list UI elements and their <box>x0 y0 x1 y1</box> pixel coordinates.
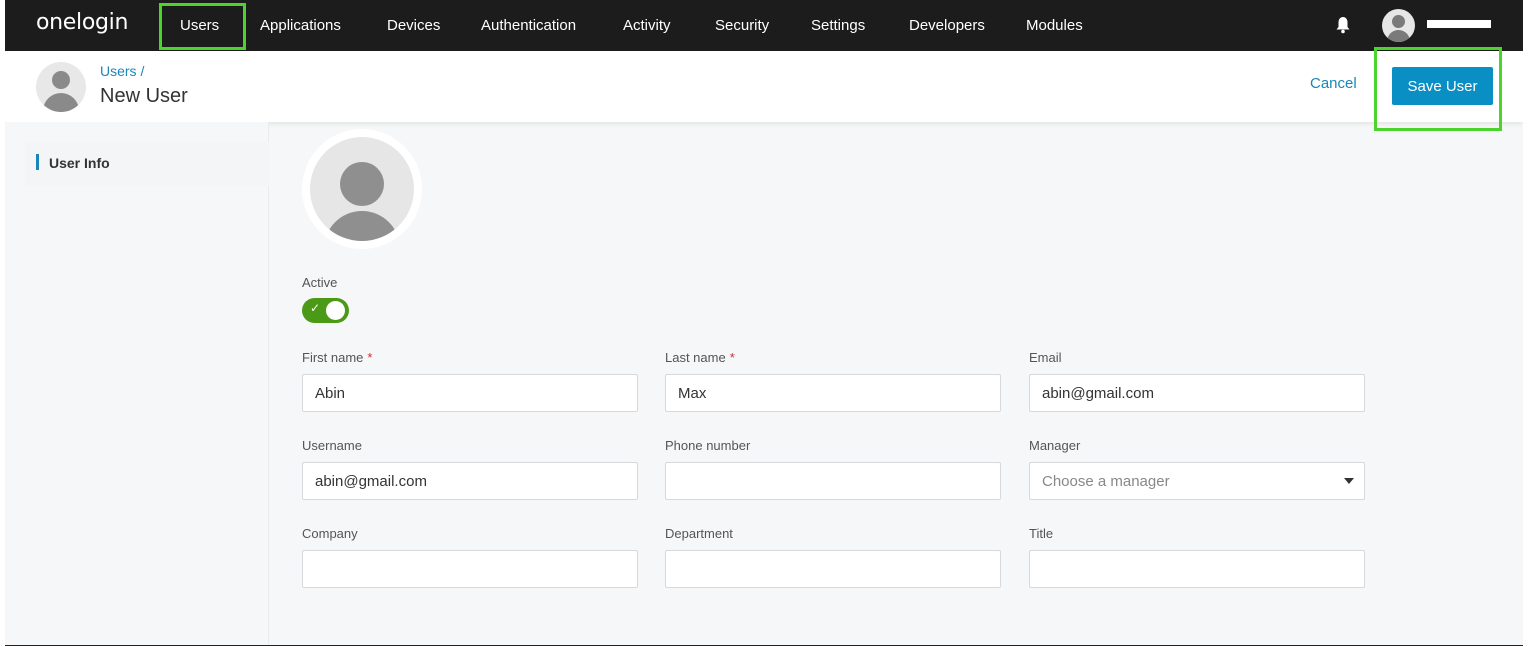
nav-security[interactable]: Security <box>715 0 769 51</box>
nav-settings[interactable]: Settings <box>811 0 865 51</box>
manager-select[interactable]: Choose a manager <box>1029 462 1365 500</box>
user-avatar-icon <box>36 62 86 112</box>
active-toggle[interactable]: ✓ <box>302 298 349 323</box>
email-field[interactable] <box>1029 374 1365 412</box>
cancel-button[interactable]: Cancel <box>1310 75 1357 92</box>
user-form: Active ✓ First name* Last name* Email Us… <box>270 122 1523 645</box>
phone-number-field[interactable] <box>665 462 1001 500</box>
check-icon: ✓ <box>310 301 321 315</box>
required-marker: * <box>367 350 373 365</box>
sidebar: User Info <box>5 122 269 645</box>
page-header: Users / New User Cancel Save User <box>5 51 1523 122</box>
app-frame: onelogin Users Applications Devices Auth… <box>5 0 1523 646</box>
onelogin-logo[interactable]: onelogin <box>36 10 128 35</box>
nav-users[interactable]: Users <box>180 0 219 51</box>
username-label: Username <box>302 438 362 453</box>
first-name-field[interactable] <box>302 374 638 412</box>
username-field[interactable] <box>302 462 638 500</box>
manager-label: Manager <box>1029 438 1081 453</box>
last-name-field[interactable] <box>665 374 1001 412</box>
breadcrumb: Users / <box>100 63 144 79</box>
company-label: Company <box>302 526 358 541</box>
manager-placeholder: Choose a manager <box>1042 473 1170 490</box>
nav-modules[interactable]: Modules <box>1026 0 1083 51</box>
breadcrumb-users-link[interactable]: Users / <box>100 63 144 79</box>
company-field[interactable] <box>302 550 638 588</box>
nav-activity[interactable]: Activity <box>623 0 671 51</box>
save-user-button[interactable]: Save User <box>1392 67 1493 105</box>
account-name-redacted[interactable] <box>1427 17 1491 33</box>
nav-applications[interactable]: Applications <box>260 0 341 51</box>
nav-authentication[interactable]: Authentication <box>481 0 576 51</box>
title-label: Title <box>1029 526 1054 541</box>
sidebar-item-user-info[interactable]: User Info <box>25 142 269 186</box>
sidebar-item-label: User Info <box>49 155 110 171</box>
last-name-label: Last name * <box>665 350 735 365</box>
active-label: Active <box>302 275 338 290</box>
top-nav: onelogin Users Applications Devices Auth… <box>5 0 1523 51</box>
nav-developers[interactable]: Developers <box>909 0 985 51</box>
profile-photo-placeholder-icon[interactable] <box>310 137 414 241</box>
phone-number-label: Phone number <box>665 438 751 453</box>
nav-devices[interactable]: Devices <box>387 0 440 51</box>
first-name-label: First name * <box>302 350 373 365</box>
bell-icon[interactable] <box>1335 16 1351 34</box>
email-label: Email <box>1029 350 1062 365</box>
active-indicator <box>36 154 39 170</box>
user-avatar-icon[interactable] <box>1382 9 1415 42</box>
chevron-down-icon <box>1344 478 1354 484</box>
department-label: Department <box>665 526 733 541</box>
page-title: New User <box>100 85 188 107</box>
department-field[interactable] <box>665 550 1001 588</box>
required-marker: * <box>729 350 735 365</box>
toggle-knob <box>326 301 345 320</box>
title-field[interactable] <box>1029 550 1365 588</box>
